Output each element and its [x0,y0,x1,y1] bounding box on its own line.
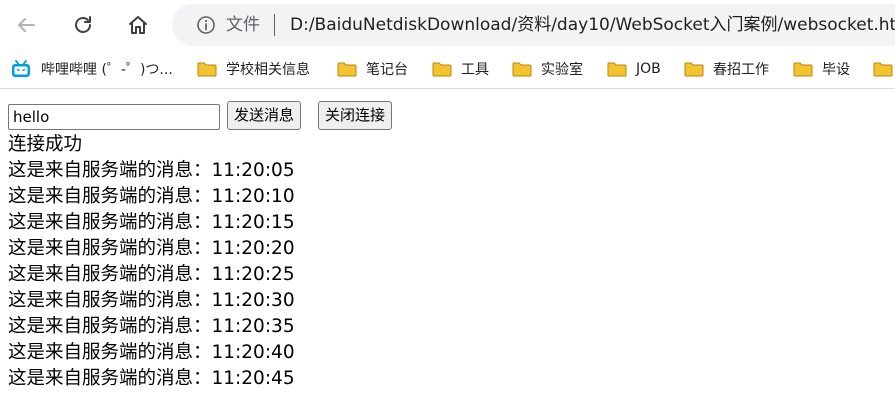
log-line: 这是来自服务端的消息：11:20:20 [8,238,295,259]
arrow-left-icon [18,18,35,32]
bookmark-school-info[interactable]: 学校相关信息 [197,58,310,80]
folder-icon [512,62,532,77]
bookmark-label: JOB [636,61,661,77]
reload-icon [75,16,91,33]
log-line: 这是来自服务端的消息：11:20:35 [8,316,295,337]
address-divider [274,14,275,36]
bookmark-label: 笔记台 [366,62,408,78]
log-line: 这是来自服务端的消息：11:20:10 [8,186,295,207]
bookmark-label: 工具 [461,62,489,78]
folder-icon [607,62,627,77]
address-bar[interactable]: 文件 D:/BaiduNetdiskDownload/资料/day10/WebS… [172,4,895,46]
folder-icon [432,62,452,77]
log-line: 这是来自服务端的消息：11:20:40 [8,342,295,363]
message-log: 连接成功 这是来自服务端的消息：11:20:05 这是来自服务端的消息：11:2… [8,132,295,392]
bookmark-notes[interactable]: 笔记台 [337,58,408,80]
log-line: 这是来自服务端的消息：11:20:05 [8,160,295,181]
page-content: 发送消息 关闭连接 连接成功 这是来自服务端的消息：11:20:05 这是来自服… [0,89,895,409]
bookmark-label: 哔哩哔哩 (゜-゜)つ... [41,62,173,78]
info-icon[interactable] [196,15,216,35]
bookmark-overflow-folder[interactable] [873,58,895,80]
folder-icon [684,62,704,77]
bookmark-label: 春招工作 [713,62,769,78]
bookmark-thesis[interactable]: 毕设 [793,58,850,80]
folder-icon [197,62,217,77]
folder-icon [793,62,813,77]
bookmark-label: 毕设 [822,62,850,78]
bilibili-icon [12,60,30,77]
scheme-label: 文件 [226,15,260,35]
bookmarks-bar: 哔哩哔哩 (゜-゜)つ... 学校相关信息 笔记台 工具 实验室 JOB 春招工… [0,50,895,89]
bookmark-spring-jobs[interactable]: 春招工作 [684,58,769,80]
send-message-button[interactable]: 发送消息 [227,101,302,130]
log-line: 这是来自服务端的消息：11:20:25 [8,264,295,285]
bookmark-label: 学校相关信息 [226,62,310,78]
home-icon [129,16,147,34]
bookmark-job[interactable]: JOB [607,58,661,80]
log-line: 这是来自服务端的消息：11:20:45 [8,368,295,389]
bookmark-tools[interactable]: 工具 [432,58,489,80]
back-button[interactable] [10,9,42,41]
bookmark-lab[interactable]: 实验室 [512,58,583,80]
message-input[interactable] [8,104,220,130]
bookmark-label: 实验室 [541,62,583,78]
reload-button[interactable] [67,9,99,41]
folder-icon [337,62,357,77]
home-button[interactable] [122,9,154,41]
bookmark-bilibili[interactable]: 哔哩哔哩 (゜-゜)つ... [11,58,173,80]
url-text[interactable]: D:/BaiduNetdiskDownload/资料/day10/WebSock… [290,14,895,36]
log-line: 这是来自服务端的消息：11:20:15 [8,212,295,233]
close-connection-button[interactable]: 关闭连接 [318,101,393,130]
log-line: 连接成功 [8,134,83,155]
log-line: 这是来自服务端的消息：11:20:30 [8,290,295,311]
folder-icon [873,62,893,77]
browser-toolbar: 文件 D:/BaiduNetdiskDownload/资料/day10/WebS… [0,0,895,50]
